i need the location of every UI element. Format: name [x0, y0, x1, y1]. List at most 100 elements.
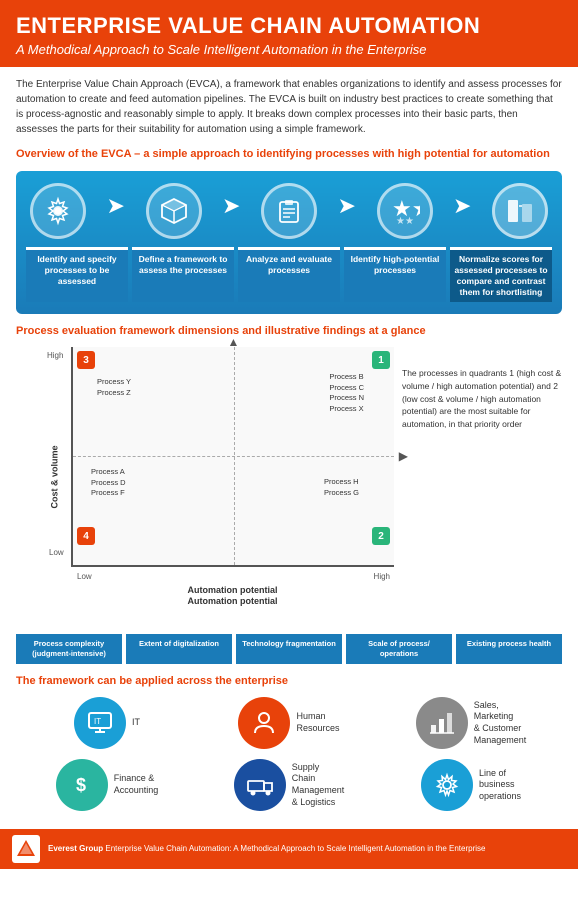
quadrant-container: Cost & volume ▲ ▶ High Low 3: [16, 347, 562, 626]
sales-label: Sales, Marketing& CustomerManagement: [474, 700, 527, 747]
icons-row-2: $ Finance &Accounting: [16, 759, 562, 811]
icon-finance: $ Finance &Accounting: [65, 759, 150, 811]
hr-icon-circle: [238, 697, 290, 749]
step1-icon-circle: [30, 183, 86, 239]
icon-it: IT IT: [65, 697, 150, 749]
applied-section: The framework can be applied across the …: [16, 674, 562, 811]
settings-icon: [43, 196, 73, 226]
icon-lob: Line ofbusinessoperations: [429, 759, 514, 811]
y-high-label: High: [47, 351, 63, 360]
chart-area: Cost & volume ▲ ▶ High Low 3: [16, 347, 394, 626]
section-title-quadrant: Process evaluation framework dimensions …: [16, 324, 562, 339]
footer-text: Everest Group Enterprise Value Chain Aut…: [48, 843, 485, 854]
arrow-right-icon: ▶: [399, 449, 408, 463]
supply-chain-label: Supply ChainManagement& Logistics: [292, 762, 345, 809]
gear-icon: [433, 771, 461, 799]
q1-processes: Process BProcess CProcess NProcess X: [329, 372, 364, 414]
arrow-2: ➤: [222, 193, 240, 219]
evca-step-3: [255, 183, 323, 239]
dim-5: Existing process health: [456, 634, 562, 664]
y-low-label: Low: [49, 548, 64, 557]
q3-processes: Process YProcess Z: [97, 377, 131, 398]
clipboard-icon: [274, 196, 304, 226]
footer-logo: [12, 835, 40, 863]
sales-icon-circle: [416, 697, 468, 749]
supply-chain-icon-circle: [234, 759, 286, 811]
dimensions-row: Process complexity (judgment-intensive) …: [16, 634, 562, 664]
dim-4: Scale of process/ operations: [346, 634, 452, 664]
arrow-3: ➤: [338, 193, 356, 219]
step-label-4: Identify high-potential processes: [344, 247, 446, 302]
body-content: The Enterprise Value Chain Approach (EVC…: [0, 67, 578, 821]
step-label-2: Define a framework to assess the process…: [132, 247, 234, 302]
quadrant-badge-2: 2: [372, 527, 390, 545]
evca-labels-row: Identify and specify processes to be ass…: [24, 247, 554, 302]
quadrant-badge-1: 1: [372, 351, 390, 369]
evca-steps-row: ➤ ➤: [24, 183, 554, 239]
page-subtitle: A Methodical Approach to Scale Intellige…: [16, 42, 562, 57]
step-label-1: Identify and specify processes to be ass…: [26, 247, 128, 302]
intro-text: The Enterprise Value Chain Approach (EVC…: [16, 77, 562, 137]
footer: Everest Group Enterprise Value Chain Aut…: [0, 829, 578, 869]
x-axis-label: Automation potential: [71, 585, 394, 595]
evca-step-2: [140, 183, 208, 239]
x-low-label: Low: [77, 572, 92, 581]
icon-supply-chain: Supply ChainManagement& Logistics: [247, 759, 332, 811]
finance-label: Finance &Accounting: [114, 773, 159, 796]
people-icon: [250, 709, 278, 737]
chart-inner: ▲ ▶ High Low 3 1 4 2 Process YProcess Z: [71, 347, 394, 567]
footer-company: Everest Group: [48, 844, 103, 853]
icons-row-1: IT IT HumanResources: [16, 697, 562, 749]
quadrant-section: Cost & volume ▲ ▶ High Low 3: [16, 347, 562, 664]
hr-label: HumanResources: [296, 711, 339, 734]
icon-sales: Sales, Marketing& CustomerManagement: [429, 697, 514, 749]
arrow-up-icon: ▲: [228, 335, 240, 349]
q2-processes: Process HProcess G: [324, 477, 359, 498]
svg-text:$: $: [76, 775, 86, 795]
section-title-evca: Overview of the EVCA – a simple approach…: [16, 147, 562, 162]
monitor-icon: IT: [86, 709, 114, 737]
lob-icon-circle: [421, 759, 473, 811]
evca-step-5: [486, 183, 554, 239]
page-title: ENTERPRISE VALUE CHAIN AUTOMATION: [16, 14, 562, 38]
quad-divider-horizontal: [73, 456, 394, 457]
truck-icon: [246, 771, 274, 799]
x-axis-label-text: Automation potential: [71, 596, 394, 606]
dim-1: Process complexity (judgment-intensive): [16, 634, 122, 664]
icon-hr: HumanResources: [247, 697, 332, 749]
x-high-label: High: [374, 572, 390, 581]
it-label: IT: [132, 717, 140, 729]
cube-icon: [159, 196, 189, 226]
y-axis-label: Cost & volume: [50, 445, 60, 508]
arrow-4: ➤: [453, 193, 471, 219]
step-label-3: Analyze and evaluate processes: [238, 247, 340, 302]
evca-overview: ➤ ➤: [16, 171, 562, 314]
evca-step-4: ★★★ ★★: [371, 183, 439, 239]
svg-text:★★: ★★: [396, 216, 414, 226]
q3-lower-processes: Process AProcess DProcess F: [91, 467, 126, 499]
quadrant-badge-3: 3: [77, 351, 95, 369]
finance-icon-circle: $: [56, 759, 108, 811]
dim-3: Technology fragmentation: [236, 634, 342, 664]
compare-icon: [505, 196, 535, 226]
step4-icon-circle: ★★★ ★★: [377, 183, 433, 239]
lob-label: Line ofbusinessoperations: [479, 768, 521, 803]
everest-group-logo: [15, 838, 37, 860]
step-label-5: Normalize scores for assessed processes …: [450, 247, 552, 302]
chart-wrapper: Cost & volume ▲ ▶ High Low 3: [71, 347, 394, 606]
evca-step-1: [24, 183, 92, 239]
stars-icon: ★★★ ★★: [390, 196, 420, 226]
svg-text:IT: IT: [94, 717, 101, 726]
quadrant-legend: The processes in quadrants 1 (high cost …: [402, 347, 562, 431]
header: ENTERPRISE VALUE CHAIN AUTOMATION A Meth…: [0, 0, 578, 67]
arrow-1: ➤: [107, 193, 125, 219]
footer-desc-text: Enterprise Value Chain Automation: A Met…: [105, 844, 485, 853]
dollar-icon: $: [68, 771, 96, 799]
step5-icon-circle: [492, 183, 548, 239]
step3-icon-circle: [261, 183, 317, 239]
step2-icon-circle: [146, 183, 202, 239]
section-title-applied: The framework can be applied across the …: [16, 674, 562, 689]
quadrant-badge-4: 4: [77, 527, 95, 545]
dim-2: Extent of digitalization: [126, 634, 232, 664]
it-icon-circle: IT: [74, 697, 126, 749]
